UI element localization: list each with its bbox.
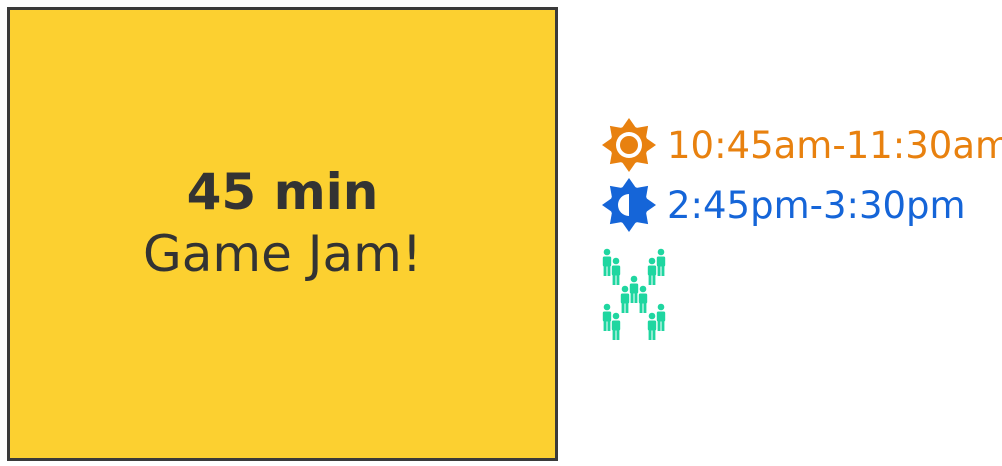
morning-time: 10:45am-11:30am <box>667 123 1002 167</box>
afternoon-slot: 2:45pm-3:30pm <box>601 177 966 233</box>
duration-label: 45 min <box>186 163 379 221</box>
people-group-icon <box>602 248 666 340</box>
sun-icon <box>602 118 656 172</box>
half-sun-icon <box>602 178 656 232</box>
morning-slot: 10:45am-11:30am <box>601 117 1002 173</box>
game-jam-card: 45 min Game Jam! <box>7 7 558 461</box>
event-title: Game Jam! <box>143 225 422 283</box>
afternoon-time: 2:45pm-3:30pm <box>667 183 966 227</box>
